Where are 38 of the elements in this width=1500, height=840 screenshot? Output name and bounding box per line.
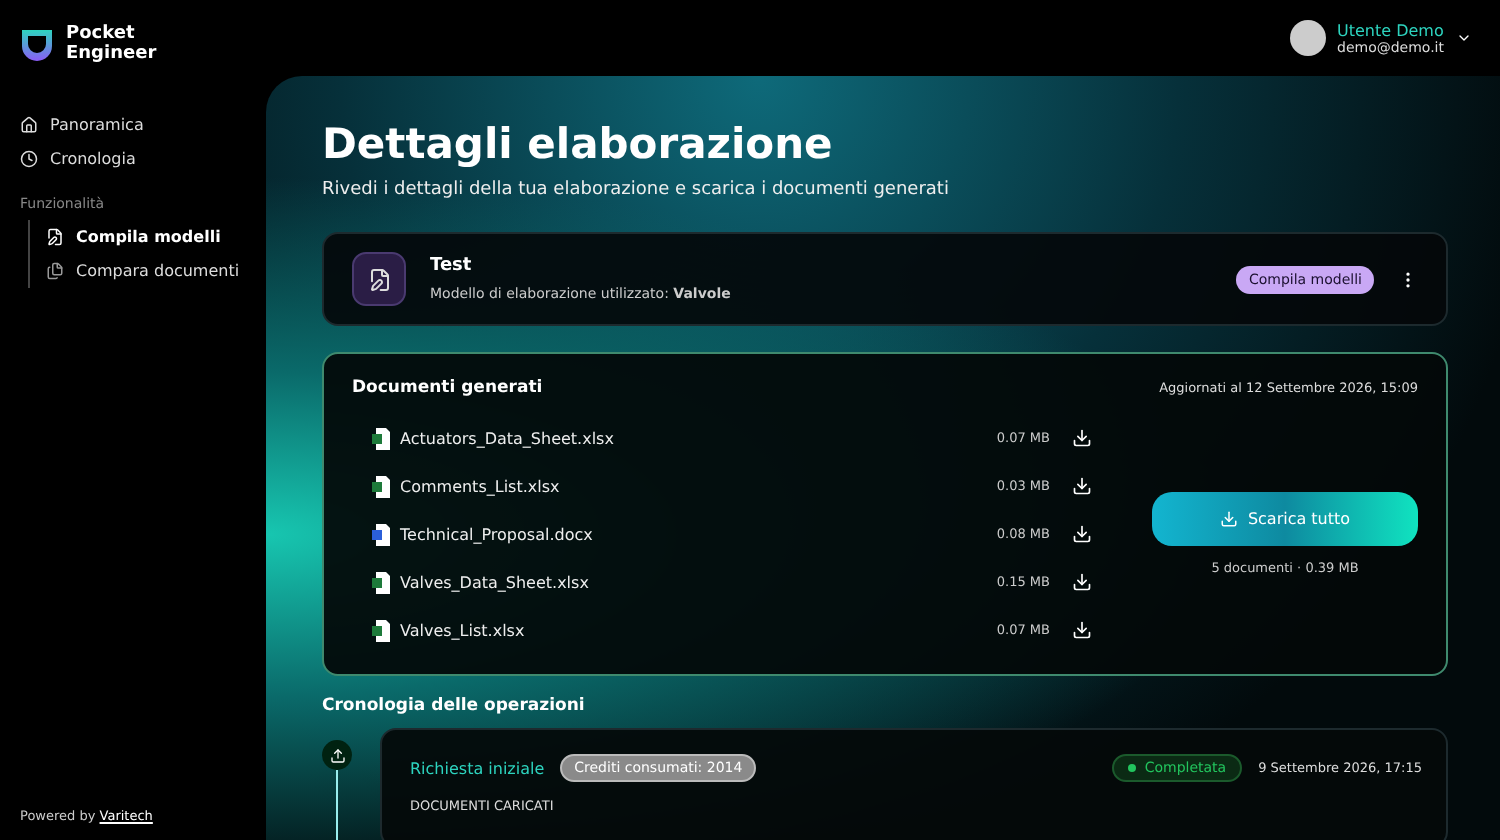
spreadsheet-file-icon	[372, 571, 390, 593]
page-title: Dettagli elaborazione	[322, 120, 835, 168]
event-title: Richiesta iniziale	[410, 759, 545, 777]
file-name[interactable]: Actuators_Data_Sheet.xlsx	[400, 429, 987, 447]
spreadsheet-file-icon	[372, 427, 390, 449]
download-icon	[1219, 510, 1238, 528]
user-name: Utente Demo	[1337, 21, 1444, 39]
spreadsheet-file-icon	[372, 619, 390, 641]
download-icon[interactable]	[1072, 428, 1092, 448]
avatar[interactable]	[1289, 20, 1325, 56]
document-icon	[46, 228, 64, 246]
card-title: Documenti generati	[352, 378, 543, 398]
file-name[interactable]: Technical_Proposal.docx	[400, 525, 987, 543]
file-name[interactable]: Valves_List.xlsx	[400, 621, 987, 639]
spreadsheet-file-icon	[372, 475, 390, 497]
word-file-icon	[372, 523, 390, 545]
nav-item[interactable]: Compila modelli	[46, 220, 250, 254]
file-name[interactable]: Valves_Data_Sheet.xlsx	[400, 573, 987, 591]
clock-icon	[20, 150, 38, 168]
page-subtitle: Rivedi i dettagli della tua elaborazione e scarica i documenti generati	[322, 180, 951, 200]
brand-name: Pocket Engineer	[66, 24, 157, 64]
download-icon[interactable]	[1072, 476, 1092, 496]
download-icon[interactable]	[1072, 524, 1092, 544]
job-name: Test	[430, 256, 474, 276]
chevron-down-icon[interactable]	[1456, 30, 1472, 46]
section-title: Cronologia delle operazioni	[322, 696, 587, 716]
nav-item[interactable]: Compara documenti	[46, 254, 250, 288]
download-icon[interactable]	[1072, 572, 1092, 592]
nav-item[interactable]: Cronologia	[20, 142, 250, 176]
download-all-button[interactable]: Scarica tutto	[1152, 492, 1418, 546]
home-icon	[20, 116, 38, 134]
upload-icon	[322, 740, 352, 770]
file-name[interactable]: Comments_List.xlsx	[400, 477, 987, 495]
documents-icon	[46, 262, 64, 280]
logo-icon	[20, 27, 54, 61]
nav-item[interactable]: Panoramica	[20, 108, 250, 142]
document-edit-icon	[352, 252, 406, 306]
download-icon[interactable]	[1072, 620, 1092, 640]
